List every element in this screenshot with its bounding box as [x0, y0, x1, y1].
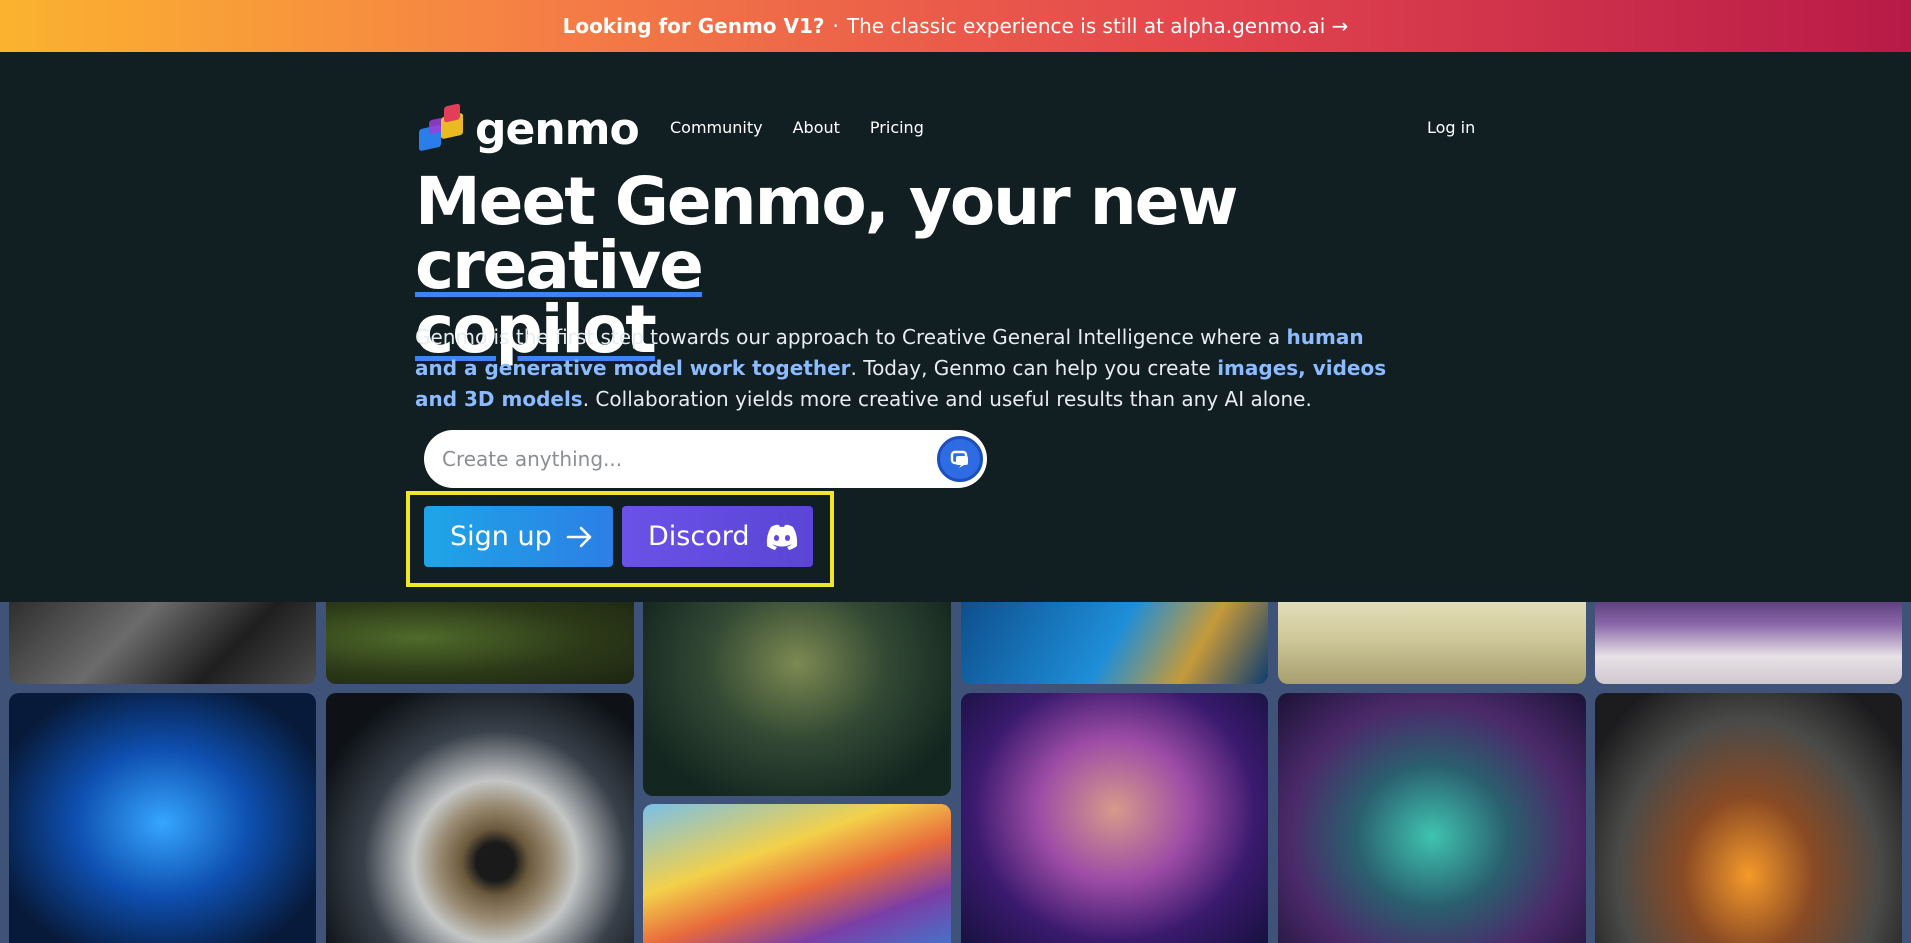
gallery-image-closeup-eye[interactable]: [326, 693, 634, 943]
main-nav: Community About Pricing: [670, 118, 924, 137]
gallery-image-cyber-turtle[interactable]: [1278, 693, 1586, 943]
discord-label: Discord: [648, 521, 750, 552]
logo-mark-icon: [419, 102, 469, 155]
gallery-image-blue-smoke-dragon[interactable]: [9, 693, 316, 943]
gallery-image-blue-figure[interactable]: [961, 602, 1268, 684]
gallery-image-spiky-creatures[interactable]: [1278, 602, 1586, 684]
gallery-image-cthulhu-monster[interactable]: [643, 602, 951, 796]
create-submit-button[interactable]: [937, 436, 983, 482]
arrow-right-icon: [566, 525, 594, 549]
login-link[interactable]: Log in: [1427, 118, 1475, 137]
banner-link-text[interactable]: The classic experience is still at alpha…: [847, 14, 1349, 38]
gallery-image-mossy-forest[interactable]: [326, 602, 634, 684]
chat-icon: [950, 450, 968, 468]
genmo-logo[interactable]: genmo: [419, 102, 640, 155]
create-search-bar: [424, 430, 987, 488]
signup-label: Sign up: [450, 521, 552, 552]
gallery-image-ornate-carving[interactable]: [9, 602, 316, 684]
signup-button[interactable]: Sign up: [424, 506, 613, 567]
gallery-image-hamster-sunglasses[interactable]: [643, 804, 951, 943]
desc-part-3: . Collaboration yields more creative and…: [582, 387, 1312, 411]
logo-wordmark: genmo: [475, 104, 640, 155]
image-gallery: [0, 602, 1911, 943]
gallery-image-purple-shoe[interactable]: [1595, 602, 1902, 684]
discord-button[interactable]: Discord: [622, 506, 813, 567]
desc-part-2: . Today, Genmo can help you create: [850, 356, 1218, 380]
banner-separator: ·: [832, 14, 839, 38]
discord-icon: [764, 523, 800, 551]
top-banner[interactable]: Looking for Genmo V1? · The classic expe…: [0, 0, 1911, 52]
hero-description: Genmo is the first step towards our appr…: [415, 322, 1405, 415]
nav-pricing[interactable]: Pricing: [870, 118, 924, 137]
desc-part-1: Genmo is the first step towards our appr…: [415, 325, 1287, 349]
gallery-image-fairy-girl[interactable]: [961, 693, 1268, 943]
create-input[interactable]: [442, 447, 922, 471]
banner-bold-text: Looking for Genmo V1?: [562, 14, 825, 38]
nav-community[interactable]: Community: [670, 118, 763, 137]
gallery-image-skeleton-heart[interactable]: [1595, 693, 1902, 943]
nav-about[interactable]: About: [793, 118, 840, 137]
